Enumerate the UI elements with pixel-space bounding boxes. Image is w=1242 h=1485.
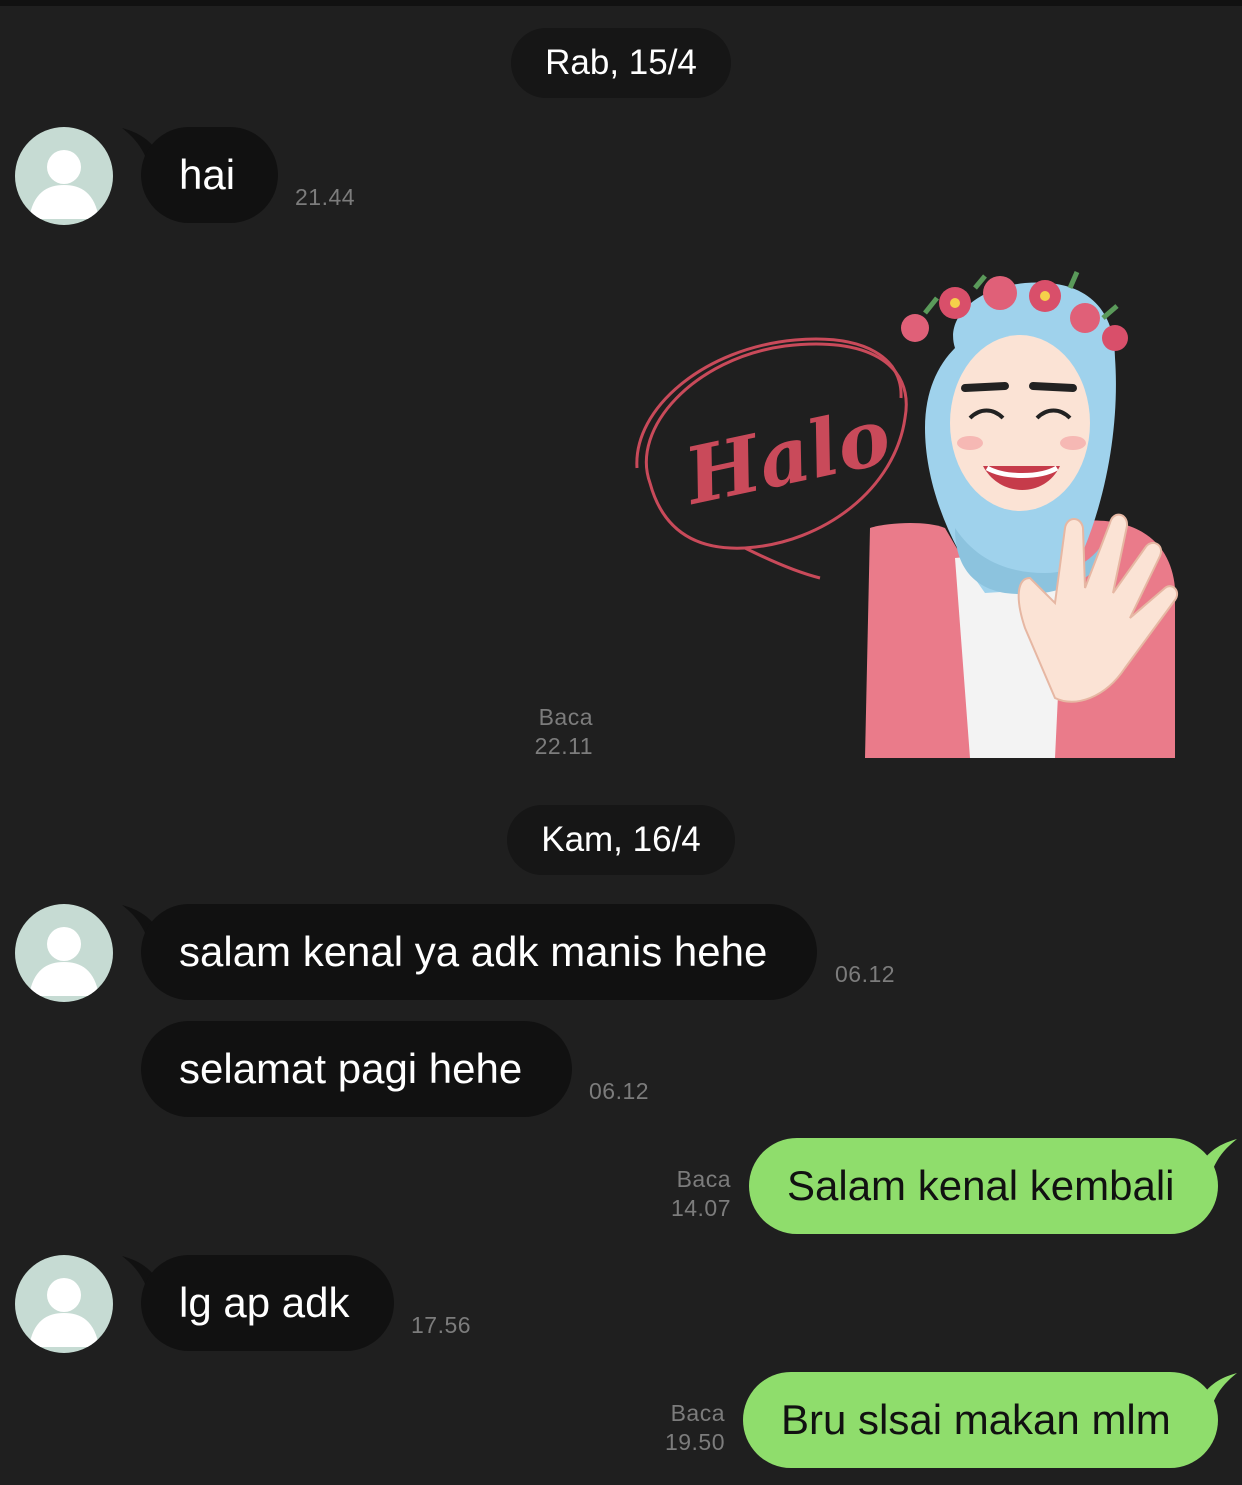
read-status: Baca [670, 1400, 725, 1426]
incoming-message[interactable]: lg ap adk [141, 1255, 394, 1351]
message-text: Salam kenal kembali [787, 1162, 1175, 1209]
message-text: hai [179, 151, 236, 198]
read-receipt: Baca 22.11 [520, 703, 593, 761]
read-receipt: Baca 14.07 [650, 1165, 731, 1223]
bubble-tail [1199, 1373, 1237, 1403]
sticker-halo-text: Halo [676, 391, 898, 523]
incoming-message[interactable]: salam kenal ya adk manis hehe [141, 904, 817, 1000]
message-time: 14.07 [670, 1195, 731, 1221]
message-time: 17.56 [411, 1312, 472, 1338]
message-time: 22.11 [534, 733, 593, 759]
default-user-avatar-icon [29, 150, 99, 219]
top-edge [0, 0, 1242, 6]
date-separator: Kam, 16/4 [507, 805, 735, 875]
read-receipt: Baca 19.50 [645, 1399, 725, 1457]
default-user-avatar-icon [29, 927, 99, 996]
message-time: 06.12 [589, 1078, 650, 1104]
outgoing-message[interactable]: Bru slsai makan mlm [743, 1372, 1218, 1468]
message-time: 19.50 [664, 1429, 725, 1455]
incoming-message[interactable]: selamat pagi hehe [141, 1021, 572, 1117]
message-text: Bru slsai makan mlm [781, 1396, 1171, 1443]
incoming-message[interactable]: hai [141, 127, 278, 223]
date-label: Kam, 16/4 [541, 820, 701, 859]
message-time: 21.44 [295, 184, 356, 210]
sticker-image: Halo [635, 270, 1179, 758]
halo-hijab-girl-sticker[interactable]: Halo [625, 258, 1210, 758]
read-status: Baca [676, 1166, 731, 1192]
message-text: lg ap adk [179, 1279, 350, 1326]
date-separator: Rab, 15/4 [511, 28, 731, 98]
sender-avatar[interactable] [15, 1255, 113, 1353]
read-status: Baca [538, 704, 593, 730]
date-label: Rab, 15/4 [545, 43, 697, 82]
message-time: 06.12 [835, 961, 896, 987]
bubble-tail [1199, 1139, 1237, 1169]
default-user-avatar-icon [29, 1278, 99, 1347]
sender-avatar[interactable] [15, 904, 113, 1002]
outgoing-message[interactable]: Salam kenal kembali [749, 1138, 1218, 1234]
message-text: salam kenal ya adk manis hehe [179, 928, 768, 975]
sender-avatar[interactable] [15, 127, 113, 225]
message-text: selamat pagi hehe [179, 1045, 523, 1092]
